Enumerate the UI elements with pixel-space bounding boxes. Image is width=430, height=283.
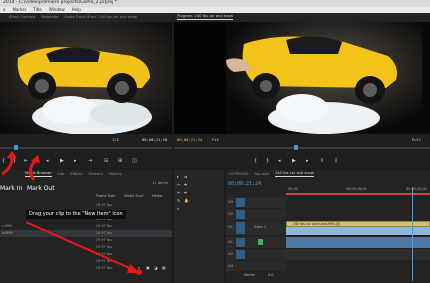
- drag-arrow: [25, 221, 135, 271]
- mark-out-annotation: Mark Out: [27, 185, 55, 192]
- drag-hint-callout: Drag your clip to the "New Item" icon: [26, 210, 126, 219]
- mark-in-arrowhead: [7, 151, 17, 158]
- mark-out-arrowhead: [31, 155, 40, 163]
- new-item-highlight: [136, 269, 142, 275]
- mark-in-arrow: [1, 157, 14, 176]
- mark-in-annotation: Mark In: [0, 185, 23, 192]
- annotation-overlay: [1, 151, 142, 275]
- mark-out-arrow: [29, 158, 38, 181]
